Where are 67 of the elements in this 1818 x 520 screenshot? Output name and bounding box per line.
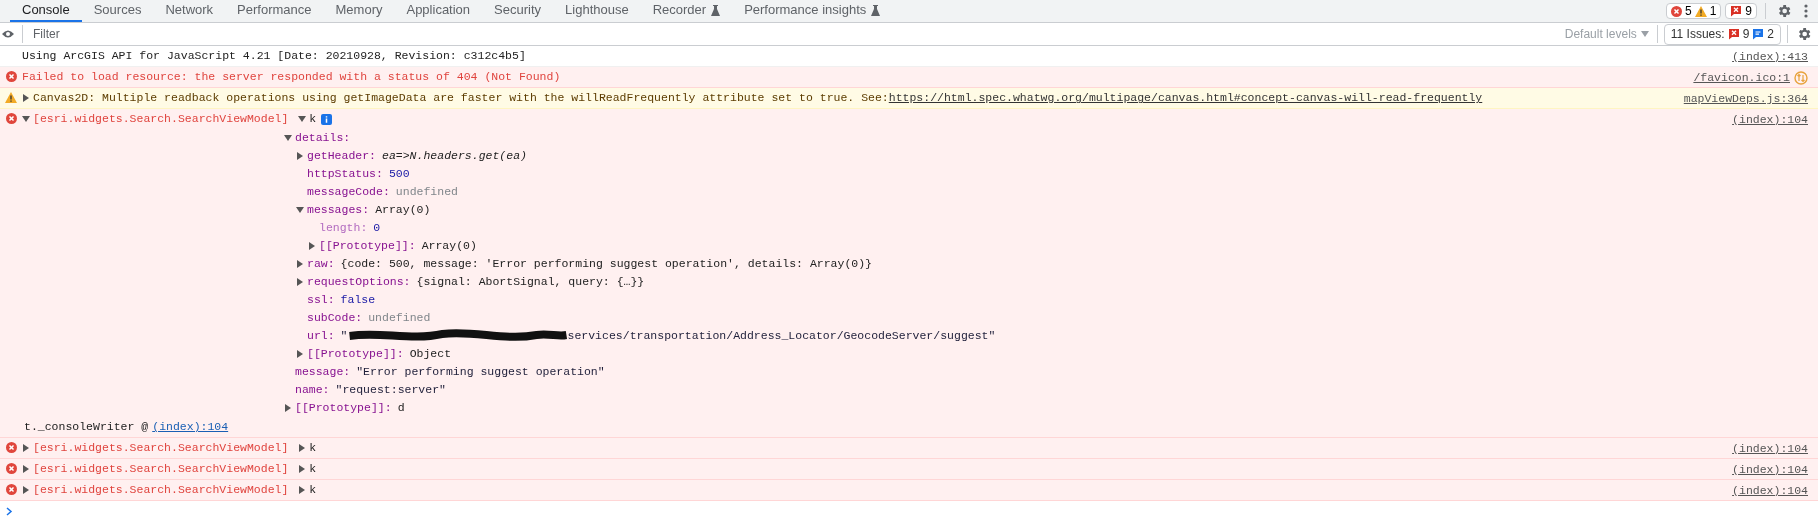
source-link[interactable]: (index):104 <box>1732 111 1808 129</box>
object-name[interactable]: k <box>309 110 317 128</box>
property-key: subCode: <box>307 309 363 327</box>
source-link[interactable]: /favicon.ico:1 <box>1693 69 1790 87</box>
property-key: details: <box>295 129 351 147</box>
property-key: [[Prototype]]: <box>295 399 392 417</box>
property-key: raw: <box>307 255 335 273</box>
filter-field[interactable]: Filter <box>29 23 1557 45</box>
panel-tab[interactable]: Console <box>10 0 82 22</box>
source-link[interactable]: (index):104 <box>1732 440 1808 458</box>
property-key: messages: <box>307 201 370 219</box>
panel-tab[interactable]: Recorder <box>640 0 733 22</box>
property-value: 0 <box>373 220 381 237</box>
property-value: d <box>397 400 405 417</box>
console-message: Failed to load resource: the server responded with a status of 404 (Not Found) <box>22 69 561 86</box>
property-value: "Error performing suggest operation" <box>356 364 605 381</box>
property-value: 500 <box>388 166 410 183</box>
panel-tab[interactable]: Performance insights <box>732 0 893 22</box>
object-name[interactable]: k <box>309 460 317 478</box>
property-value: undefined <box>368 310 431 327</box>
console-message: [esri.widgets.Search.SearchViewModel] <box>33 440 289 457</box>
panel-tab[interactable]: Sources <box>81 0 154 22</box>
property-key: getHeader: <box>307 147 376 165</box>
property-value: ea=>N.headers.get(ea) <box>382 148 527 165</box>
panel-tab[interactable]: Performance <box>225 0 324 22</box>
property-key: [[Prototype]]: <box>319 237 416 255</box>
property-value: Array(0) <box>375 202 431 219</box>
source-link[interactable]: (index):413 <box>1732 48 1808 66</box>
property-key: length: <box>319 219 368 237</box>
stack-frame: t._consoleWriter @ <box>24 418 149 436</box>
counters-button[interactable]: 5 1 <box>1665 3 1722 19</box>
property-value: {code: 500, message: 'Error performing suggest operation', details: Array(0)} <box>340 256 872 273</box>
property-key: httpStatus: <box>307 165 383 183</box>
console-message: [esri.widgets.Search.SearchViewModel] <box>33 111 289 128</box>
console-message: Using ArcGIS API for JavaScript 4.21 [Date: 20210928, Revision: c312c4b5] <box>22 48 526 65</box>
panel-tab[interactable]: Security <box>482 0 554 22</box>
property-value: services/transportation/Address_Locator/GeocodeServer/suggest" <box>567 328 996 345</box>
property-key: ssl: <box>307 291 335 309</box>
property-key: url: <box>307 327 335 345</box>
panel-tab[interactable]: Network <box>153 0 226 22</box>
source-link[interactable]: mapViewDeps.js:364 <box>1683 90 1808 108</box>
property-key: name: <box>295 381 330 399</box>
panel-tab[interactable]: Lighthouse <box>553 0 641 22</box>
object-name[interactable]: k <box>309 439 317 457</box>
object-name[interactable]: k <box>309 481 317 499</box>
issues-button[interactable]: 11 Issues: 9 2 <box>1663 23 1781 45</box>
property-value: " <box>340 328 348 345</box>
property-key: [[Prototype]]: <box>307 345 404 363</box>
property-value: Object <box>409 346 452 363</box>
spec-link[interactable]: https://html.spec.whatwg.org/multipage/canvas.html#concept-canvas-will-read-frequently <box>888 89 1483 107</box>
stack-link[interactable]: (index):104 <box>152 418 229 436</box>
property-key: messageCode: <box>307 183 390 201</box>
property-value: {signal: AbortSignal, query: {…}} <box>416 274 645 291</box>
property-key: message: <box>295 363 351 381</box>
source-link[interactable]: (index):104 <box>1732 461 1808 479</box>
property-value: false <box>340 292 376 309</box>
console-message: [esri.widgets.Search.SearchViewModel] <box>33 461 289 478</box>
console-message: [esri.widgets.Search.SearchViewModel] <box>33 482 289 499</box>
issues-counter[interactable]: 9 <box>1725 3 1757 19</box>
panel-tab[interactable]: Application <box>394 0 483 22</box>
property-value: "request:server" <box>335 382 446 399</box>
property-value: Array(0) <box>421 238 477 255</box>
console-message: Canvas2D: Multiple readback operations using getImageData are faster with the willReadFrequently attribute set to true. See: <box>33 90 889 107</box>
panel-tab[interactable]: Memory <box>323 0 395 22</box>
property-value: undefined <box>395 184 458 201</box>
property-key: requestOptions: <box>307 273 411 291</box>
source-link[interactable]: (index):104 <box>1732 482 1808 500</box>
